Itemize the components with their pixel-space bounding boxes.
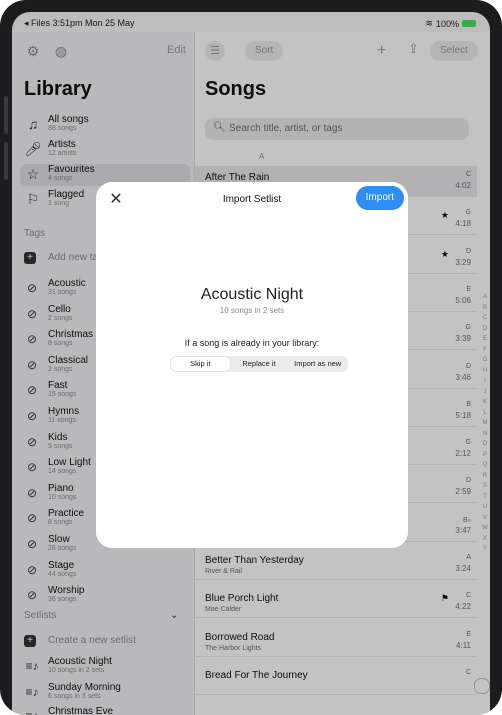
setlist-title: Acoustic Night (200, 286, 304, 303)
import-setlist-modal: ✕ Import Setlist Import Acoustic Night 1… (96, 182, 408, 548)
screen: ◂ Files 3:51pm Mon 25 May ≋ 100% ⚙ ◍ Edi… (12, 12, 490, 715)
duplicate-option-segmented-control: Skip it Replace it Import as new (170, 356, 348, 372)
volume-down-button (4, 142, 8, 180)
setlist-subtitle: 10 songs in 2 sets (219, 306, 285, 315)
ipad-frame: ◂ Files 3:51pm Mon 25 May ≋ 100% ⚙ ◍ Edi… (0, 0, 502, 715)
option-import-as-new[interactable]: Import as new (288, 357, 347, 371)
duplicate-question: If a song is already in your library: (184, 338, 320, 348)
option-skip-it[interactable]: Skip it (171, 357, 230, 371)
option-replace-it[interactable]: Replace it (230, 357, 289, 371)
import-button[interactable]: Import (355, 186, 404, 210)
volume-up-button (4, 96, 8, 134)
